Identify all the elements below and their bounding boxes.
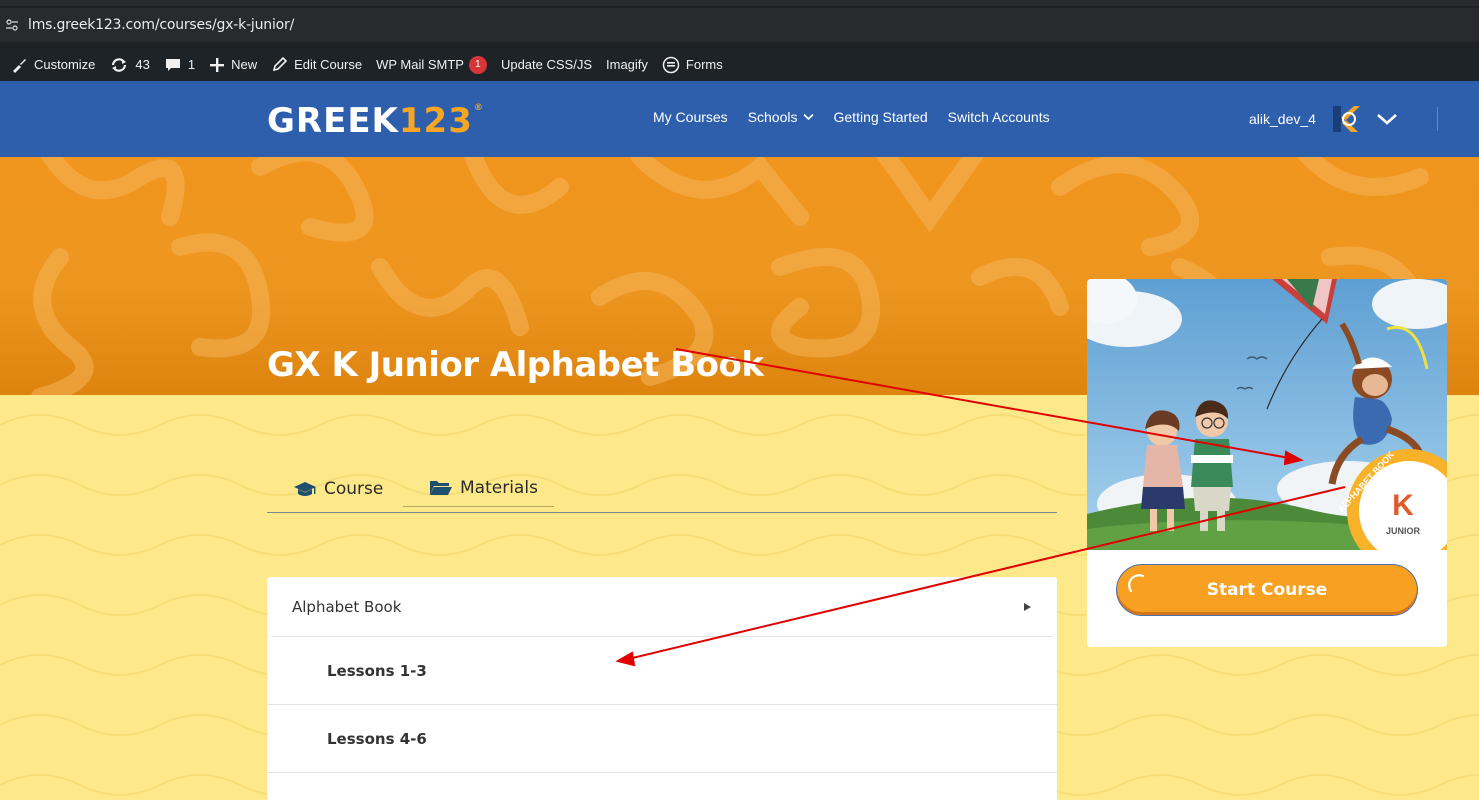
course-card: K JUNIOR ALPHABET BOOK Start Course [1087,279,1447,647]
avatar[interactable] [1330,103,1362,135]
logo-number: 123 [398,101,473,141]
imagify-menu[interactable]: Imagify [606,48,648,81]
wp-admin-bar: Customize 43 1 New Edit Course WP Mail S… [0,48,1479,81]
course-tabs: Course Materials [267,470,1057,513]
tab-course-label: Course [324,479,384,499]
browser-toolbar: lms.greek123.com/courses/gx-k-junior/ [0,0,1479,48]
tab-strip [0,0,1479,6]
forms-label: Forms [685,57,723,72]
start-course-label: Start Course [1206,580,1328,600]
forms-icon [662,56,680,73]
username: alik_dev_4 [1249,111,1316,127]
lesson-row[interactable]: Lessons 1-3 [267,637,1057,704]
wp-mail-smtp-menu[interactable]: WP Mail SMTP 1 [376,48,487,81]
divider [267,772,1057,773]
cover-letter: K [1392,489,1414,522]
nav-switch-accounts[interactable]: Switch Accounts [948,109,1050,125]
address-bar[interactable]: lms.greek123.com/courses/gx-k-junior/ [0,8,1479,42]
comment-icon [165,58,180,71]
chevron-down-icon[interactable] [1376,112,1398,126]
tab-materials-label: Materials [460,477,538,498]
edit-course-menu[interactable]: Edit Course [271,48,362,81]
customize-label: Customize [34,57,96,72]
updates-menu[interactable]: 43 [109,48,150,81]
nav-my-courses[interactable]: My Courses [653,109,728,125]
update-css-js-label: Update CSS/JS [500,57,592,72]
nav-my-courses-label: My Courses [653,109,728,125]
nav-getting-started[interactable]: Getting Started [834,109,928,125]
site-logo[interactable]: GREEK 123 ® [267,101,484,141]
course-cover-image[interactable]: K JUNIOR ALPHABET BOOK [1087,279,1447,550]
nav-switch-accounts-label: Switch Accounts [947,109,1050,125]
course-title: GX K Junior Alphabet Book [267,345,764,385]
tab-materials[interactable]: Materials [403,469,554,507]
start-course-button[interactable]: Start Course [1117,565,1417,615]
refresh-icon [112,57,127,72]
nav-schools[interactable]: Schools [748,109,814,125]
new-label: New [231,57,258,72]
cover-level: JUNIOR [1386,526,1421,536]
user-menu[interactable]: alik_dev_4 [1249,103,1398,135]
site-header: GREEK 123 ® My Courses Schools Getting Sta… [0,81,1479,157]
nav-schools-label: Schools [747,109,798,125]
update-css-js-menu[interactable]: Update CSS/JS [501,48,592,81]
paintbrush-icon [13,58,26,73]
customize-menu[interactable]: Customize [10,48,95,81]
graduation-cap-icon [294,482,316,496]
wp-mail-smtp-badge: 1 [468,55,487,74]
tab-course[interactable]: Course [293,470,383,508]
comments-menu[interactable]: 1 [164,48,195,81]
site-info-icon[interactable] [2,15,22,35]
logo-registered-mark: ® [473,103,484,113]
forms-menu[interactable]: Forms [662,48,723,81]
new-menu[interactable]: New [209,48,257,81]
chevron-down-icon [802,113,814,121]
lesson-title: Lessons 1-3 [327,661,427,680]
updates-count: 43 [135,57,150,72]
plus-icon [210,57,225,72]
section-title: Alphabet Book [292,597,402,616]
logo-text: GREEK [267,101,399,141]
comments-count: 1 [187,57,196,72]
section-header-alphabet-book[interactable]: Alphabet Book [267,577,1057,636]
loading-spinner-icon [1128,574,1145,593]
caret-right-icon[interactable] [1024,603,1031,611]
wp-mail-smtp-label: WP Mail SMTP [376,57,464,72]
nav-getting-started-label: Getting Started [833,109,928,125]
main-nav: My Courses Schools Getting Started Switc… [653,109,1070,125]
pencil-icon [273,56,288,72]
lesson-title: Lessons 4-6 [327,729,427,748]
imagify-label: Imagify [606,57,648,72]
url-text[interactable]: lms.greek123.com/courses/gx-k-junior/ [28,17,294,33]
header-divider [1437,107,1438,131]
folder-open-icon [430,480,452,495]
lesson-list: Alphabet Book Lessons 1-3 Lessons 4-6 [267,577,1057,800]
edit-course-label: Edit Course [294,57,363,72]
lesson-row[interactable]: Lessons 4-6 [267,705,1057,772]
